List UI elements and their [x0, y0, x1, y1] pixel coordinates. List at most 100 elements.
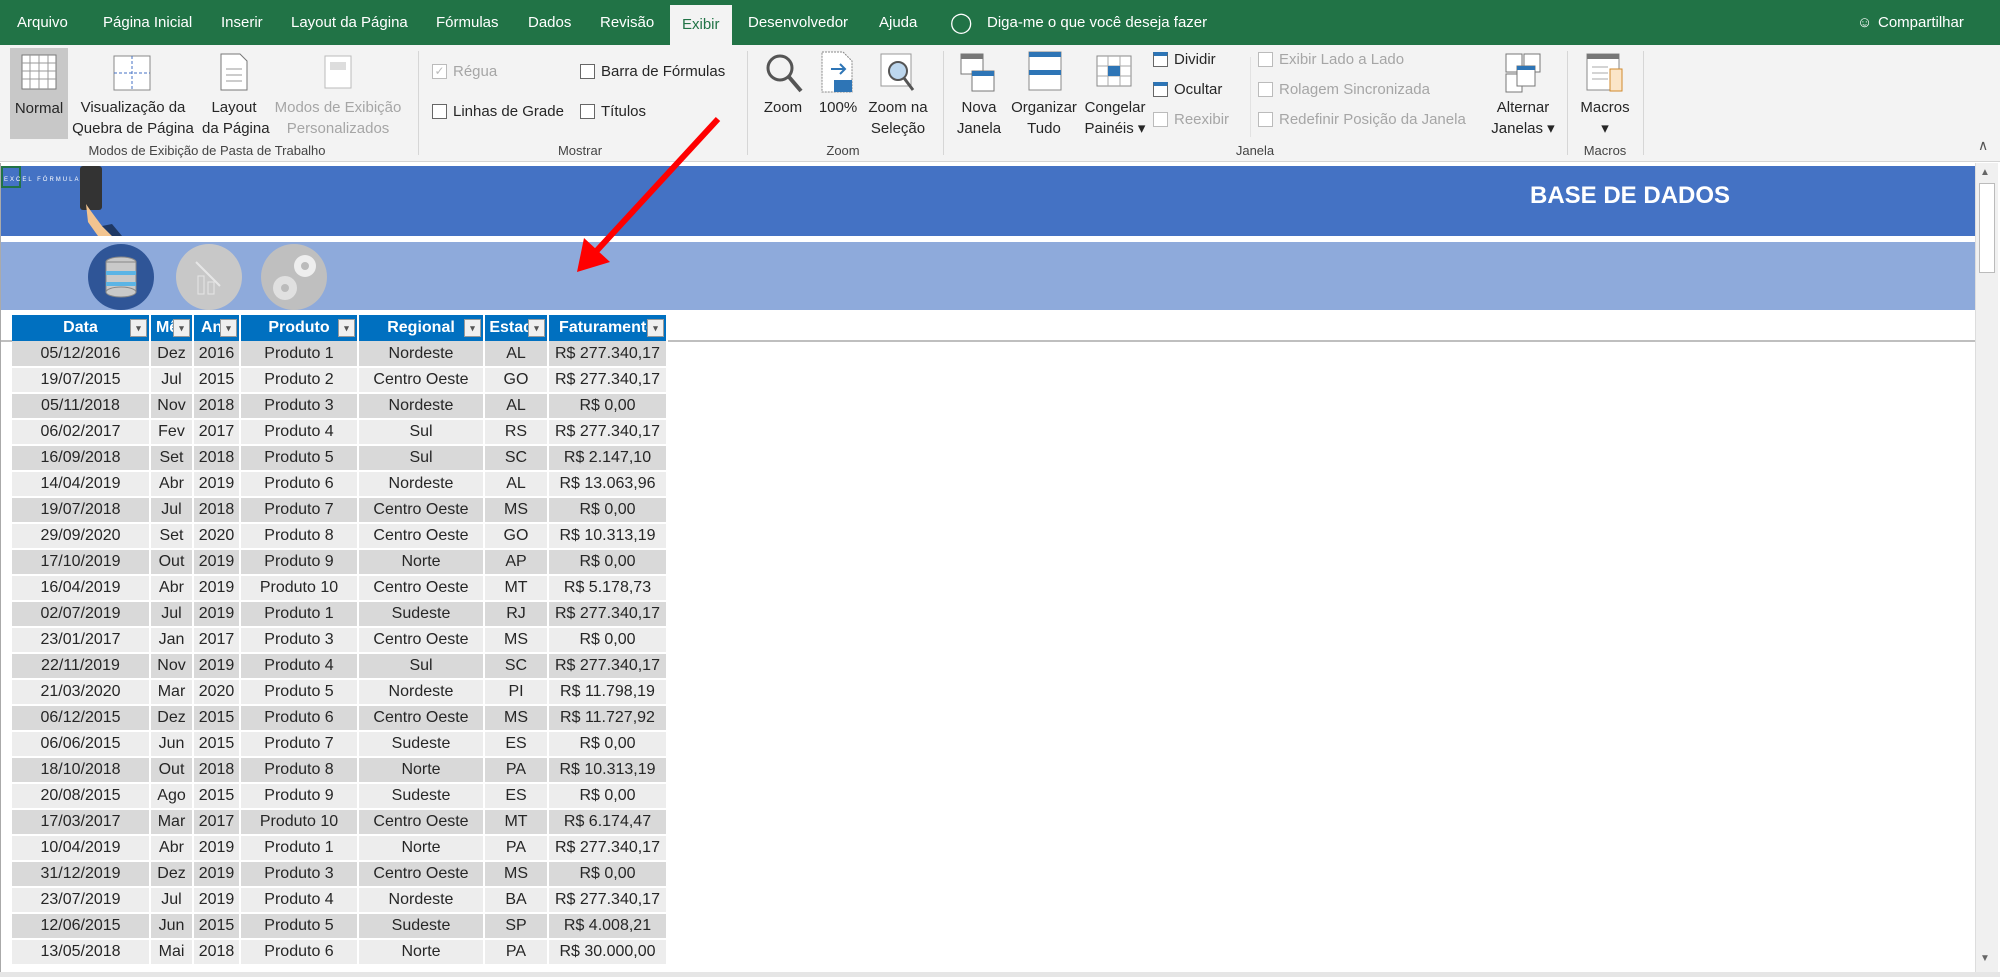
table-cell[interactable]: R$ 11.727,92 — [548, 705, 668, 732]
tab-layout-da-pagina[interactable]: Layout da Página — [291, 0, 408, 45]
table-cell[interactable]: RJ — [484, 601, 549, 628]
table-cell[interactable]: Centro Oeste — [358, 861, 485, 888]
table-cell[interactable]: Ago — [150, 783, 194, 810]
table-cell[interactable]: Centro Oeste — [358, 497, 485, 524]
zoom-button[interactable]: Zoom — [760, 97, 806, 118]
tab-formulas[interactable]: Fórmulas — [436, 0, 499, 45]
table-cell[interactable]: Jul — [150, 601, 194, 628]
table-cell[interactable]: 2015 — [193, 913, 241, 940]
table-cell[interactable]: R$ 6.174,47 — [548, 809, 668, 836]
hide-button[interactable]: Ocultar — [1153, 81, 1222, 98]
table-cell[interactable]: Produto 3 — [240, 627, 359, 654]
table-cell[interactable]: Jun — [150, 731, 194, 758]
normal-view-button[interactable]: Normal — [10, 48, 68, 139]
table-cell[interactable]: BA — [484, 887, 549, 914]
table-cell[interactable]: PA — [484, 835, 549, 862]
table-cell[interactable]: R$ 0,00 — [548, 861, 668, 888]
table-cell[interactable]: 2018 — [193, 757, 241, 784]
table-cell[interactable]: Mar — [150, 679, 194, 706]
table-cell[interactable]: SC — [484, 445, 549, 472]
table-cell[interactable]: MS — [484, 705, 549, 732]
table-cell[interactable]: R$ 11.798,19 — [548, 679, 668, 706]
table-cell[interactable]: 19/07/2015 — [12, 367, 151, 394]
table-cell[interactable]: 2017 — [193, 809, 241, 836]
table-cell[interactable]: R$ 13.063,96 — [548, 471, 668, 498]
table-cell[interactable]: Sul — [358, 653, 485, 680]
table-cell[interactable]: Produto 6 — [240, 471, 359, 498]
filter-dropdown-icon[interactable]: ▾ — [464, 319, 481, 337]
filter-dropdown-icon[interactable]: ▾ — [173, 319, 190, 337]
table-cell[interactable]: Sudeste — [358, 731, 485, 758]
table-cell[interactable]: 2017 — [193, 627, 241, 654]
table-cell[interactable]: 2019 — [193, 601, 241, 628]
table-cell[interactable]: Abr — [150, 575, 194, 602]
table-cell[interactable]: PA — [484, 939, 549, 966]
table-cell[interactable]: Sudeste — [358, 601, 485, 628]
table-cell[interactable]: 18/10/2018 — [12, 757, 151, 784]
table-cell[interactable]: MS — [484, 627, 549, 654]
table-cell[interactable]: 31/12/2019 — [12, 861, 151, 888]
nav-settings-button[interactable] — [261, 244, 327, 310]
table-cell[interactable]: Produto 5 — [240, 913, 359, 940]
table-cell[interactable]: MT — [484, 809, 549, 836]
table-cell[interactable]: Norte — [358, 835, 485, 862]
table-cell[interactable]: Nordeste — [358, 393, 485, 420]
freeze-panes-button[interactable]: Congelar Painéis ▾ — [1082, 97, 1148, 139]
ruler-checkbox[interactable]: ✓ Régua — [432, 63, 497, 80]
filter-dropdown-icon[interactable]: ▾ — [220, 319, 237, 337]
table-cell[interactable]: Out — [150, 549, 194, 576]
table-cell[interactable]: 2018 — [193, 939, 241, 966]
table-cell[interactable]: 2018 — [193, 497, 241, 524]
table-cell[interactable]: 2019 — [193, 471, 241, 498]
table-cell[interactable]: Centro Oeste — [358, 627, 485, 654]
table-cell[interactable]: 2016 — [193, 341, 241, 368]
table-cell[interactable]: Dez — [150, 705, 194, 732]
table-cell[interactable]: AL — [484, 393, 549, 420]
table-cell[interactable]: 2015 — [193, 367, 241, 394]
table-cell[interactable]: SP — [484, 913, 549, 940]
table-cell[interactable]: Centro Oeste — [358, 523, 485, 550]
table-cell[interactable]: AP — [484, 549, 549, 576]
tab-ajuda[interactable]: Ajuda — [879, 0, 917, 45]
table-cell[interactable]: R$ 0,00 — [548, 731, 668, 758]
table-cell[interactable]: 17/03/2017 — [12, 809, 151, 836]
table-cell[interactable]: 21/03/2020 — [12, 679, 151, 706]
filter-dropdown-icon[interactable]: ▾ — [338, 319, 355, 337]
table-cell[interactable]: Produto 3 — [240, 393, 359, 420]
table-cell[interactable]: Produto 5 — [240, 679, 359, 706]
table-cell[interactable]: 17/10/2019 — [12, 549, 151, 576]
formula-bar-checkbox[interactable]: Barra de Fórmulas — [580, 63, 725, 80]
table-cell[interactable]: R$ 277.340,17 — [548, 653, 668, 680]
table-cell[interactable]: 16/04/2019 — [12, 575, 151, 602]
nav-chart-button[interactable] — [176, 244, 242, 310]
zoom-selection-button[interactable]: Zoom na Seleção — [862, 97, 934, 139]
table-cell[interactable]: MS — [484, 861, 549, 888]
table-cell[interactable]: Jan — [150, 627, 194, 654]
table-cell[interactable]: 23/01/2017 — [12, 627, 151, 654]
table-cell[interactable]: 23/07/2019 — [12, 887, 151, 914]
arrange-all-button[interactable]: Organizar Tudo — [1008, 97, 1080, 139]
table-cell[interactable]: Centro Oeste — [358, 809, 485, 836]
table-cell[interactable]: 29/09/2020 — [12, 523, 151, 550]
table-cell[interactable]: 16/09/2018 — [12, 445, 151, 472]
table-cell[interactable]: Sudeste — [358, 913, 485, 940]
table-cell[interactable]: 05/12/2016 — [12, 341, 151, 368]
table-cell[interactable]: Dez — [150, 341, 194, 368]
table-cell[interactable]: 05/11/2018 — [12, 393, 151, 420]
table-cell[interactable]: 14/04/2019 — [12, 471, 151, 498]
sheet-tabs-strip[interactable] — [0, 972, 2000, 977]
table-cell[interactable]: Produto 1 — [240, 601, 359, 628]
table-cell[interactable]: Produto 9 — [240, 783, 359, 810]
filter-dropdown-icon[interactable]: ▾ — [130, 319, 147, 337]
table-cell[interactable]: R$ 277.340,17 — [548, 887, 668, 914]
table-cell[interactable]: 2015 — [193, 705, 241, 732]
table-cell[interactable]: R$ 277.340,17 — [548, 367, 668, 394]
table-cell[interactable]: Fev — [150, 419, 194, 446]
tab-pagina-inicial[interactable]: Página Inicial — [103, 0, 192, 45]
table-cell[interactable]: Set — [150, 445, 194, 472]
table-cell[interactable]: GO — [484, 523, 549, 550]
table-cell[interactable]: 2015 — [193, 783, 241, 810]
table-cell[interactable]: 2019 — [193, 887, 241, 914]
table-cell[interactable]: MS — [484, 497, 549, 524]
table-cell[interactable]: Produto 10 — [240, 809, 359, 836]
